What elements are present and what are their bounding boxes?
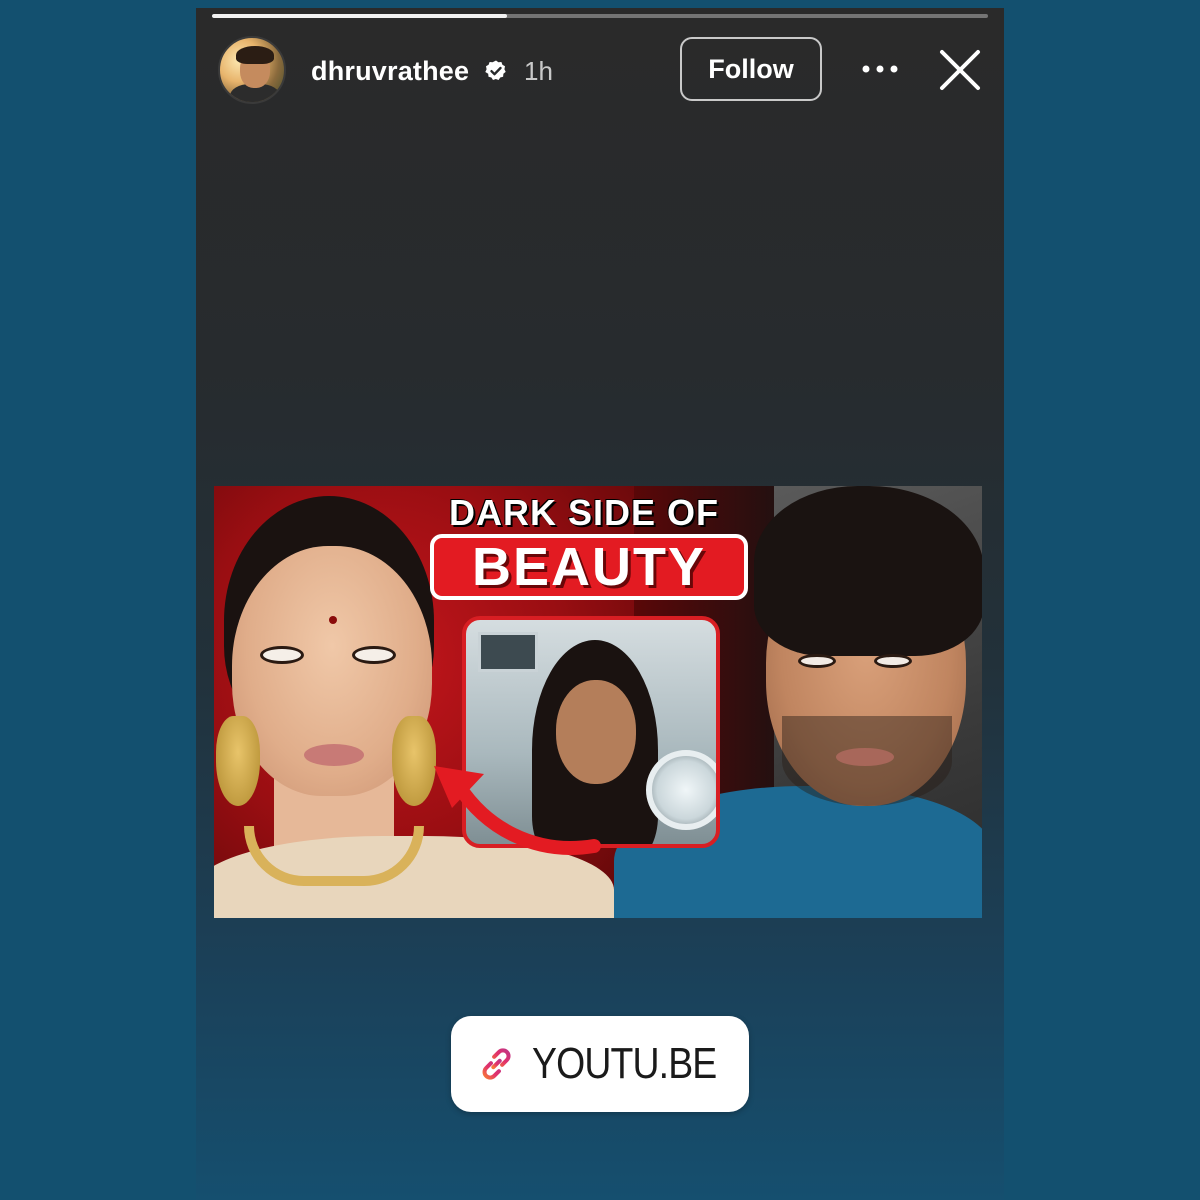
story-header: dhruvrathee 1h Follow (196, 34, 1004, 104)
post-time: 1h (524, 56, 553, 86)
link-sticker[interactable]: YOUTU.BE (451, 1016, 749, 1112)
red-arrow-icon (434, 766, 601, 855)
story-viewer[interactable]: dhruvrathee 1h Follow DARK SIDE OF BEAUT… (196, 8, 1004, 1200)
story-progress-fill (212, 14, 507, 18)
video-thumbnail[interactable]: DARK SIDE OF BEAUTY (214, 486, 982, 918)
thumbnail-title-main: BEAUTY (471, 537, 706, 597)
thumbnail-title-top: DARK SIDE OF (448, 492, 719, 533)
username[interactable]: dhruvrathee (311, 56, 469, 87)
verified-badge-icon (485, 60, 506, 80)
more-options-icon[interactable] (860, 62, 900, 76)
follow-button[interactable]: Follow (680, 37, 822, 101)
link-label: YOUTU.BE (532, 1039, 717, 1088)
link-icon (482, 1048, 511, 1080)
story-progress-bar (212, 14, 988, 18)
thumbnail-title-box: BEAUTY (430, 534, 748, 600)
avatar[interactable] (218, 36, 286, 104)
close-icon[interactable] (938, 48, 982, 92)
